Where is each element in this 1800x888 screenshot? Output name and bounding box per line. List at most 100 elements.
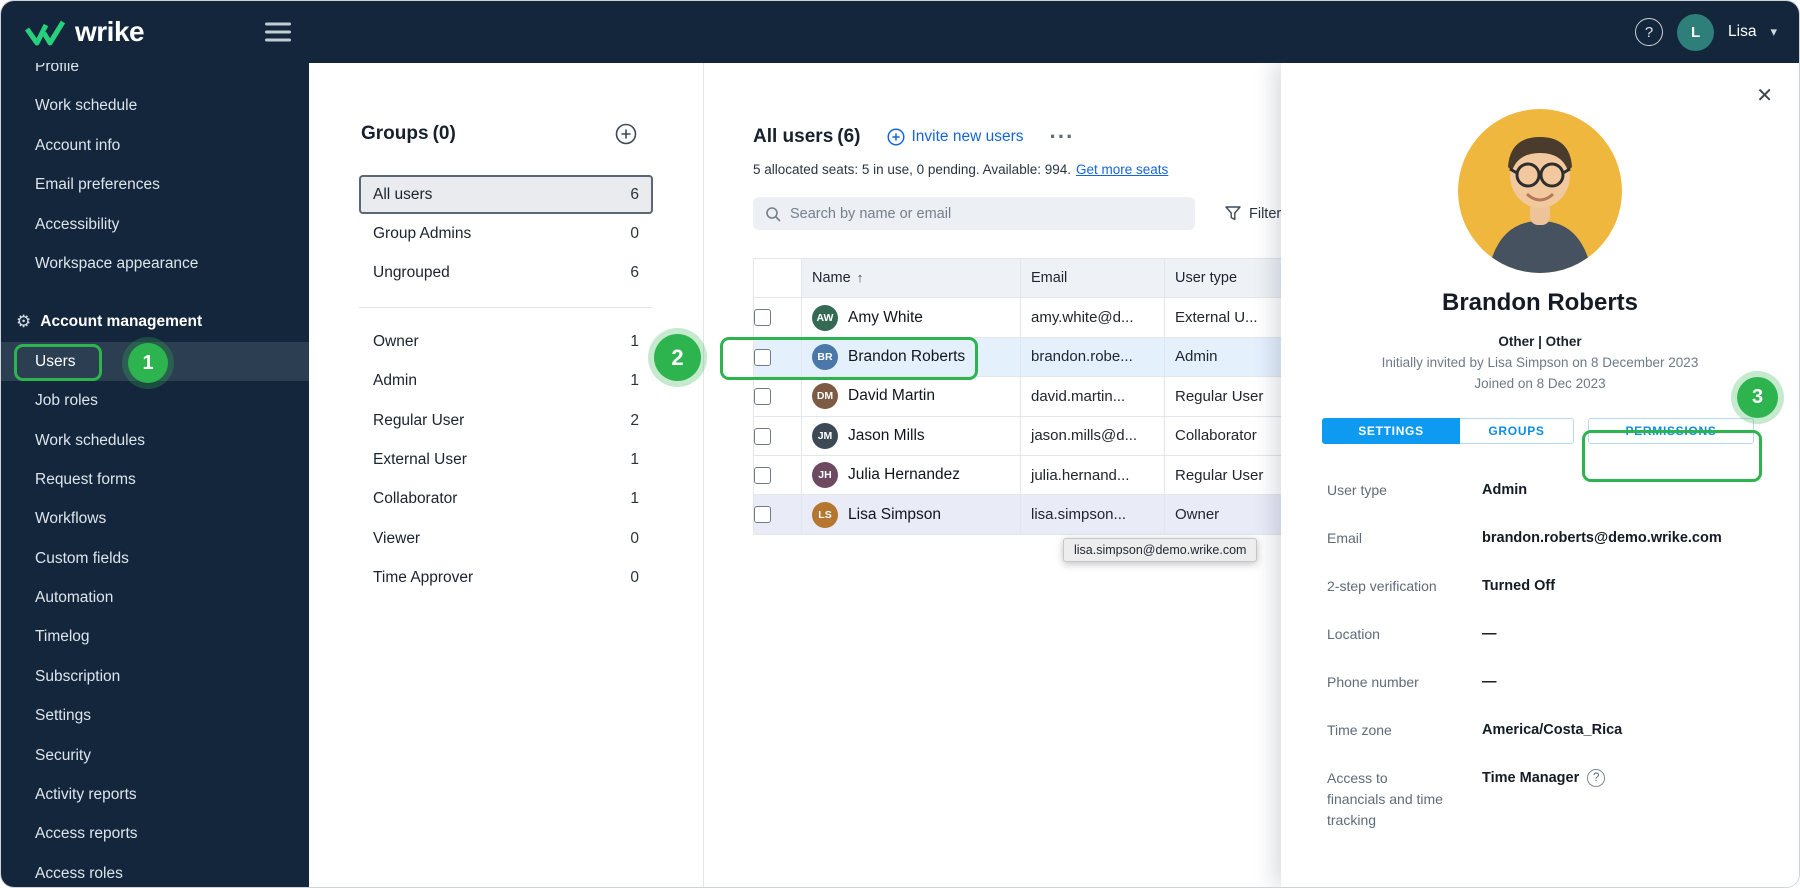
menu-icon[interactable] bbox=[265, 23, 291, 42]
chevron-down-icon[interactable]: ▾ bbox=[1770, 24, 1777, 40]
role-item-viewer[interactable]: Viewer 0 bbox=[359, 519, 653, 558]
role-item-collaborator[interactable]: Collaborator 1 bbox=[359, 480, 653, 519]
user-name: Amy White bbox=[848, 309, 923, 327]
role-label: Admin bbox=[373, 372, 417, 390]
users-count: (6) bbox=[837, 126, 860, 147]
row-checkbox[interactable] bbox=[754, 349, 771, 366]
row-checkbox[interactable] bbox=[754, 467, 771, 484]
sidebar-item-custom-fields[interactable]: Custom fields bbox=[1, 539, 309, 578]
filters-button[interactable]: Filters bbox=[1225, 206, 1288, 222]
sidebar-item-users[interactable]: Users bbox=[1, 342, 309, 381]
cell-email: lisa.simpson... bbox=[1021, 495, 1165, 534]
help-icon[interactable]: ? bbox=[1635, 18, 1663, 46]
field-value: Admin bbox=[1482, 480, 1799, 501]
sidebar-item-job-roles[interactable]: Job roles bbox=[1, 381, 309, 420]
cell-email: julia.hernand... bbox=[1021, 455, 1165, 494]
invite-new-users-button[interactable]: Invite new users bbox=[887, 128, 1024, 146]
joined-line: Joined on 8 Dec 2023 bbox=[1281, 376, 1799, 391]
group-item-all-users[interactable]: All users 6 bbox=[359, 175, 653, 214]
sidebar-item-work-schedules[interactable]: Work schedules bbox=[1, 421, 309, 460]
tab-settings[interactable]: SETTINGS bbox=[1322, 418, 1460, 444]
user-name: Julia Hernandez bbox=[848, 466, 960, 484]
sidebar-item-access-roles[interactable]: Access roles bbox=[1, 854, 309, 887]
user-avatar: DM bbox=[812, 383, 838, 409]
sidebar-item-subscription[interactable]: Subscription bbox=[1, 657, 309, 696]
user-details-panel: ✕ Brandon Roberts Other | Other Initiall… bbox=[1281, 63, 1799, 887]
sidebar-item-timelog[interactable]: Timelog bbox=[1, 617, 309, 656]
user-avatar: JH bbox=[812, 462, 838, 488]
group-item-group-admins[interactable]: Group Admins 0 bbox=[359, 214, 653, 253]
role-item-admin[interactable]: Admin 1 bbox=[359, 362, 653, 401]
add-group-button[interactable] bbox=[615, 123, 637, 145]
cell-email: jason.mills@d... bbox=[1021, 416, 1165, 455]
current-user-name[interactable]: Lisa bbox=[1728, 23, 1756, 41]
role-label: Owner bbox=[373, 333, 419, 351]
row-checkbox[interactable] bbox=[754, 388, 771, 405]
cell-email: brandon.robe... bbox=[1021, 337, 1165, 376]
row-checkbox[interactable] bbox=[754, 506, 771, 523]
field-value: Turned Off bbox=[1482, 576, 1799, 597]
role-count: 0 bbox=[630, 530, 639, 548]
sidebar-item-request-forms[interactable]: Request forms bbox=[1, 460, 309, 499]
sidebar-item-settings[interactable]: Settings bbox=[1, 696, 309, 735]
role-count: 2 bbox=[630, 412, 639, 430]
field-value: America/Costa_Rica bbox=[1482, 720, 1799, 741]
search-input[interactable] bbox=[790, 206, 1183, 222]
invite-label: Invite new users bbox=[912, 128, 1024, 146]
field-email: Email brandon.roberts@demo.wrike.com bbox=[1327, 528, 1799, 549]
tab-permissions[interactable]: PERMISSIONS bbox=[1588, 418, 1754, 444]
role-item-regular-user[interactable]: Regular User 2 bbox=[359, 401, 653, 440]
row-checkbox[interactable] bbox=[754, 428, 771, 445]
role-item-time-approver[interactable]: Time Approver 0 bbox=[359, 559, 653, 598]
groups-list: All users 6 Group Admins 0 Ungrouped 6 O… bbox=[359, 175, 653, 598]
group-count: 6 bbox=[630, 186, 639, 204]
sidebar-item-profile[interactable]: Profile bbox=[1, 63, 309, 86]
close-icon[interactable]: ✕ bbox=[1756, 83, 1773, 108]
sidebar-item-security[interactable]: Security bbox=[1, 736, 309, 775]
plus-circle-icon bbox=[615, 123, 637, 145]
role-count: 1 bbox=[630, 451, 639, 469]
sidebar-item-account-info[interactable]: Account info bbox=[1, 126, 309, 165]
field-label: 2-step verification bbox=[1327, 576, 1447, 597]
column-header-name[interactable]: Name↑ bbox=[802, 259, 1021, 298]
role-count: 1 bbox=[630, 490, 639, 508]
role-label: Regular User bbox=[373, 412, 464, 430]
sidebar-item-accessibility[interactable]: Accessibility bbox=[1, 205, 309, 244]
role-count: 1 bbox=[630, 372, 639, 390]
role-count: 0 bbox=[630, 569, 639, 587]
field-location: Location — bbox=[1327, 624, 1799, 645]
row-checkbox[interactable] bbox=[754, 309, 771, 326]
sidebar-item-automation[interactable]: Automation bbox=[1, 578, 309, 617]
role-item-owner[interactable]: Owner 1 bbox=[359, 322, 653, 361]
users-title-text: All users bbox=[753, 126, 833, 147]
sort-ascending-icon: ↑ bbox=[857, 270, 864, 285]
get-more-seats-link[interactable]: Get more seats bbox=[1076, 162, 1168, 177]
current-user-avatar[interactable]: L bbox=[1677, 14, 1714, 51]
more-options-icon[interactable]: ··· bbox=[1050, 131, 1075, 143]
wrike-logo[interactable]: wrike bbox=[25, 16, 144, 48]
user-avatar: LS bbox=[812, 502, 838, 528]
cell-user-type: Owner bbox=[1165, 495, 1297, 534]
sidebar-section-account-management: ⚙ Account management bbox=[1, 302, 309, 341]
sidebar-item-workflows[interactable]: Workflows bbox=[1, 499, 309, 538]
group-item-ungrouped[interactable]: Ungrouped 6 bbox=[359, 254, 653, 293]
field-time-zone: Time zone America/Costa_Rica bbox=[1327, 720, 1799, 741]
field-phone-number: Phone number — bbox=[1327, 672, 1799, 693]
seats-text: 5 allocated seats: 5 in use, 0 pending. … bbox=[753, 162, 1071, 177]
role-item-external-user[interactable]: External User 1 bbox=[359, 440, 653, 479]
sidebar-item-activity-reports[interactable]: Activity reports bbox=[1, 775, 309, 814]
sidebar-item-access-reports[interactable]: Access reports bbox=[1, 814, 309, 853]
sidebar-item-email-preferences[interactable]: Email preferences bbox=[1, 165, 309, 204]
user-name: Brandon Roberts bbox=[848, 348, 965, 366]
sidebar-item-workspace-appearance[interactable]: Workspace appearance bbox=[1, 244, 309, 283]
tab-groups[interactable]: GROUPS bbox=[1460, 418, 1574, 444]
column-header-user-type[interactable]: User type bbox=[1165, 259, 1297, 298]
sidebar-item-work-schedule[interactable]: Work schedule bbox=[1, 86, 309, 125]
help-icon[interactable]: ? bbox=[1587, 769, 1605, 787]
field-user-type: User type Admin bbox=[1327, 480, 1799, 501]
field-access-financials: Access to financials and time tracking T… bbox=[1327, 768, 1799, 831]
group-label: Ungrouped bbox=[373, 264, 450, 282]
column-header-email[interactable]: Email bbox=[1021, 259, 1165, 298]
details-tabs: SETTINGS GROUPS PERMISSIONS bbox=[1322, 418, 1799, 444]
search-box[interactable] bbox=[753, 197, 1195, 230]
